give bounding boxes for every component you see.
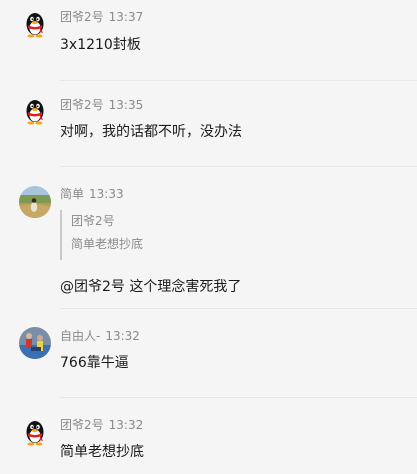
sports-photo-avatar[interactable]	[19, 327, 51, 359]
quoted-text: 简单老想抄底	[71, 237, 144, 251]
message-time: 13:32	[105, 329, 140, 343]
message-time: 13:37	[108, 10, 144, 24]
message-meta: 团爷2号 13:35	[60, 96, 143, 113]
message-meta: 团爷2号 13:32	[60, 416, 143, 433]
qq-penguin-icon[interactable]	[19, 417, 51, 449]
message-text: @团爷2号 这个理念害死我了	[60, 279, 242, 295]
sender-name[interactable]: 自由人-	[60, 329, 100, 343]
message-meta: 简单 13:33	[60, 185, 124, 202]
divider	[60, 308, 417, 309]
message-text: 3x1210封板	[60, 37, 141, 53]
divider	[60, 80, 417, 81]
message-time: 13:35	[108, 98, 144, 112]
message-time: 13:32	[108, 418, 144, 432]
quoted-message[interactable]: 团爷2号 简单老想抄底	[60, 210, 182, 260]
message-meta: 团爷2号 13:37	[60, 8, 143, 25]
message-time: 13:33	[89, 187, 124, 201]
message-text: 766靠牛逼	[60, 355, 129, 371]
qq-penguin-icon[interactable]	[19, 96, 51, 128]
qq-penguin-icon[interactable]	[19, 9, 51, 41]
sender-name[interactable]: 团爷2号	[60, 418, 104, 432]
divider	[60, 166, 417, 167]
quoted-sender: 团爷2号	[71, 214, 115, 228]
chat-message-list: 团爷2号 13:37 3x1210封板 团爷2号 13:35 对啊，我的话都不听…	[0, 0, 417, 474]
sender-name[interactable]: 团爷2号	[60, 98, 104, 112]
message-text: 简单老想抄底	[60, 444, 144, 460]
sender-name[interactable]: 简单	[60, 187, 84, 201]
divider	[60, 397, 417, 398]
message-meta: 自由人- 13:32	[60, 327, 140, 344]
field-photo-avatar[interactable]	[19, 186, 51, 218]
message-text: 对啊，我的话都不听，没办法	[60, 124, 242, 140]
sender-name[interactable]: 团爷2号	[60, 10, 104, 24]
